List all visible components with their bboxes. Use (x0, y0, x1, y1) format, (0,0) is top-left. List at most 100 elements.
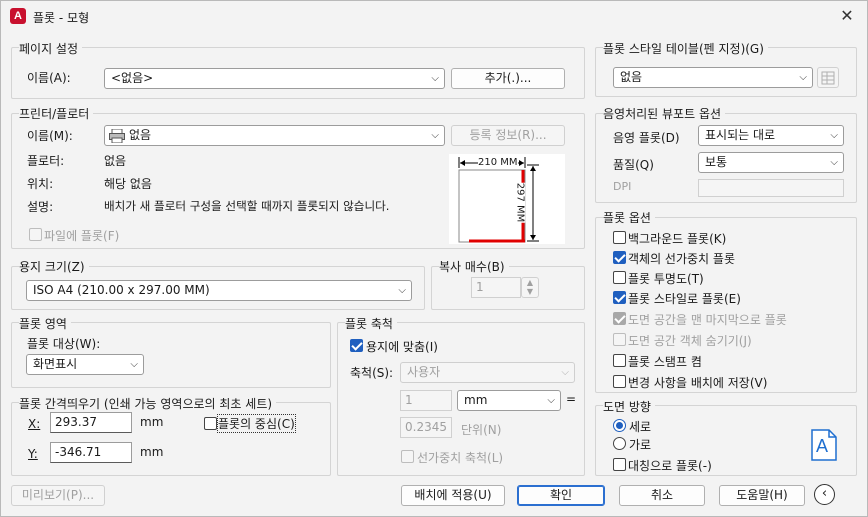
offset-y-label: Y: (28, 447, 38, 461)
plotter-label: 플로터: (27, 154, 65, 168)
add-page-setup-button[interactable]: 추가(.)... (451, 68, 565, 89)
paper-height-label: 297 MM (514, 182, 526, 223)
fit-to-paper-label: 용지에 맞춤(I) (366, 340, 438, 354)
chevron-down-icon: ⌵ (547, 395, 555, 406)
scale-value1-input[interactable]: 1 (400, 390, 452, 411)
hide-paperspace-objects-label: 도면 공간 객체 숨기기(J) (628, 334, 752, 348)
offset-x-unit: mm (140, 415, 164, 429)
upside-down-checkbox[interactable] (613, 458, 626, 471)
offset-y-input[interactable]: -346.71 (50, 442, 132, 463)
plot-what-select[interactable]: 화면표시 ⌵ (26, 354, 144, 375)
chevron-down-icon: ⌵ (431, 130, 439, 141)
chevron-down-icon: ⌵ (830, 130, 838, 141)
plot-scale-title: 플롯 축척 (345, 315, 397, 332)
plot-offset-title: 플롯 간격띄우기 (인쇄 가능 영역으로의 최초 세트) (19, 395, 277, 412)
title-bar: A 플롯 - 모형 ✕ (1, 1, 867, 33)
scale-equals: = (566, 392, 577, 406)
upside-down-label: 대칭으로 플롯(-) (628, 459, 712, 473)
quality-value: 보통 (705, 155, 728, 169)
scale-select[interactable]: 사용자 ⌵ (400, 362, 575, 383)
chevron-down-icon: ⌵ (398, 285, 406, 296)
paper-size-value: ISO A4 (210.00 x 297.00 MM) (33, 283, 210, 297)
quality-label: 품질(Q) (613, 158, 654, 172)
collapse-options-button[interactable]: ‹ (814, 484, 835, 505)
chevron-down-icon: ⌵ (431, 73, 439, 84)
plot-area-title: 플롯 영역 (19, 315, 71, 332)
printer-title: 프린터/플로터 (19, 105, 94, 122)
copies-spinner[interactable]: ▲ ▼ (521, 277, 539, 298)
cancel-button[interactable]: 취소 (619, 485, 705, 506)
scale-unit-select[interactable]: mm ⌵ (457, 390, 561, 411)
edit-plot-style-button[interactable] (817, 67, 839, 88)
plot-options-title: 플롯 옵션 (603, 209, 655, 226)
orientation-title: 도면 방향 (603, 398, 655, 415)
save-to-layout-checkbox[interactable] (613, 375, 626, 388)
printer-name-select[interactable]: 없음 ⌵ (104, 125, 445, 146)
printer-name-label: 이름(M): (27, 129, 73, 143)
window-title: 플롯 - 모형 (33, 11, 90, 25)
shaded-viewport-title: 음영처리된 뷰포트 옵션 (603, 105, 726, 122)
scale-value: 사용자 (407, 365, 441, 379)
help-button[interactable]: 도움말(H) (719, 485, 805, 506)
page-setup-title: 페이지 설정 (19, 40, 83, 57)
page-setup-name-label: 이름(A): (27, 71, 71, 85)
portrait-radio[interactable] (613, 419, 626, 432)
plot-what-value: 화면표시 (33, 357, 78, 371)
plot-to-file-checkbox[interactable] (29, 228, 42, 241)
ok-button[interactable]: 확인 (517, 485, 605, 506)
page-setup-name-select[interactable]: <없음> ⌵ (104, 68, 445, 89)
scale-lineweights-checkbox[interactable] (401, 450, 414, 463)
plot-lineweights-checkbox[interactable] (613, 251, 626, 264)
shade-plot-label: 음영 플롯(D) (613, 131, 680, 145)
plot-with-styles-checkbox[interactable] (613, 291, 626, 304)
preview-button[interactable]: 미리보기(P)... (11, 485, 105, 506)
center-plot-label: 플롯의 중심(C) (217, 414, 296, 433)
scale-units-label: 단위(N) (461, 423, 502, 437)
plot-style-table-value: 없음 (620, 70, 643, 84)
plot-dialog: A 플롯 - 모형 ✕ 페이지 설정 이름(A): <없음> ⌵ 추가(.)..… (0, 0, 868, 517)
dpi-input[interactable] (698, 179, 844, 197)
plot-style-table-title: 플롯 스타일 테이블(펜 지정)(G) (603, 40, 768, 57)
shade-plot-value: 표시되는 대로 (705, 128, 776, 142)
scale-value2-input[interactable]: 0.2345 (400, 417, 452, 438)
description-value: 배치가 새 플로터 구성을 선택할 때까지 플롯되지 않습니다. (104, 199, 390, 213)
landscape-label: 가로 (629, 438, 652, 452)
printer-name-value: 없음 (129, 128, 152, 142)
printer-properties-button[interactable]: 등록 정보(R)... (451, 125, 565, 146)
shade-plot-select[interactable]: 표시되는 대로 ⌵ (698, 125, 844, 146)
orientation-icon-letter: A (816, 436, 829, 456)
copies-input[interactable]: 1 (471, 277, 521, 298)
plot-style-table-select[interactable]: 없음 ⌵ (613, 67, 813, 88)
paper-size-title: 용지 크기(Z) (19, 258, 89, 275)
offset-x-input[interactable]: 293.37 (50, 412, 132, 433)
plot-transparency-checkbox[interactable] (613, 271, 626, 284)
paper-width-label: 210 MM (478, 157, 518, 168)
quality-select[interactable]: 보통 ⌵ (698, 152, 844, 173)
plot-with-styles-label: 플롯 스타일로 플롯(E) (628, 292, 741, 306)
background-plot-checkbox[interactable] (613, 231, 626, 244)
chevron-down-icon: ⌵ (799, 72, 807, 83)
plot-stamp-checkbox[interactable] (613, 354, 626, 367)
printer-icon (109, 129, 125, 143)
plot-what-label: 플롯 대상(W): (27, 337, 101, 351)
offset-y-unit: mm (140, 445, 164, 459)
paperspace-last-checkbox[interactable] (613, 312, 626, 325)
page-setup-name-value: <없음> (111, 71, 154, 85)
scale-label: 축척(S): (350, 366, 394, 380)
close-icon[interactable]: ✕ (835, 5, 859, 27)
apply-to-layout-button[interactable]: 배치에 적용(U) (401, 485, 505, 506)
plotter-value: 없음 (104, 154, 127, 168)
hide-paperspace-objects-checkbox[interactable] (613, 333, 626, 346)
dpi-label: DPI (613, 180, 632, 193)
fit-to-paper-checkbox[interactable] (350, 339, 363, 352)
location-label: 위치: (27, 177, 54, 191)
portrait-label: 세로 (629, 420, 652, 434)
plot-stamp-label: 플롯 스탬프 켬 (628, 355, 702, 369)
landscape-radio[interactable] (613, 437, 626, 450)
location-value: 해당 없음 (104, 177, 152, 191)
copies-title: 복사 매수(B) (439, 258, 509, 275)
chevron-down-icon: ⌵ (130, 359, 138, 370)
chevron-down-icon: ⌵ (561, 367, 569, 378)
paper-size-select[interactable]: ISO A4 (210.00 x 297.00 MM) ⌵ (26, 280, 412, 301)
center-plot-checkbox[interactable] (204, 417, 217, 430)
